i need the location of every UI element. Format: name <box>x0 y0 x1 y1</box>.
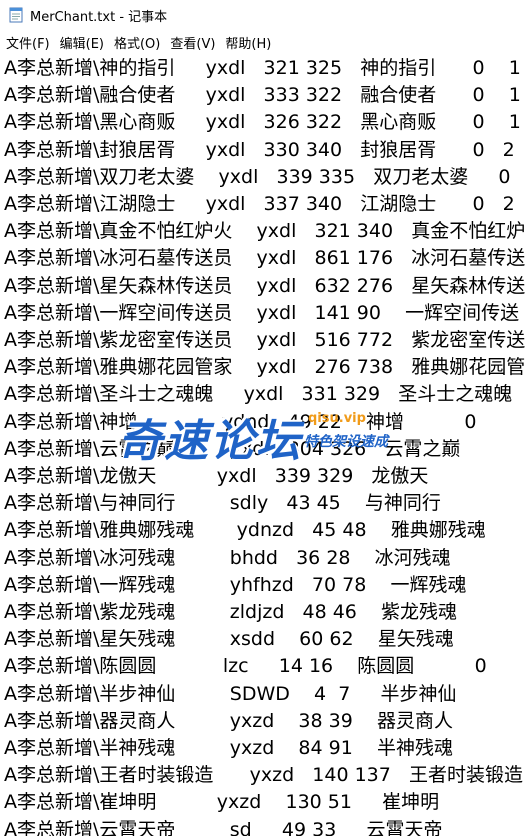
menu-edit[interactable]: 编辑(E) <box>54 33 108 52</box>
text-line: A李总新增\雅典娜残魂 ydnzd 45 48 雅典娜残魂 <box>4 519 486 542</box>
window-title: MerChant.txt - 记事本 <box>30 9 168 25</box>
text-line: A李总新增\一辉空间传送员 yxdl 141 90 一辉空间传送 <box>4 301 520 324</box>
text-line: A李总新增\紫龙残魂 zldjzd 48 46 紫龙残魂 <box>4 601 458 623</box>
text-line: A李总新增\一辉残魂 yhfhzd 70 78 一辉残魂 <box>4 573 467 596</box>
text-line: A李总新增\云霄天帝 sd 49 33 云霄天帝 <box>4 818 443 836</box>
text-line: A李总新增\封狼居胥 yxdl 330 340 封狼居胥 0 2 <box>4 138 515 161</box>
text-line: A李总新增\与神同行 sdly 43 45 与神同行 <box>4 492 441 515</box>
text-line: A李总新增\黑心商贩 yxdl 326 322 黑心商贩 0 1 <box>4 111 521 134</box>
text-line: A李总新增\龙傲天 yxdl 339 329 龙傲天 <box>4 465 429 487</box>
text-line: A李总新增\双刀老太婆 yxdl 339 335 双刀老太婆 0 <box>4 165 511 188</box>
text-line: A李总新增\紫龙密室传送员 yxdl 516 772 紫龙密室传送 <box>4 329 526 351</box>
menu-help[interactable]: 帮助(H) <box>219 33 275 52</box>
text-line: A李总新增\真金不怕红炉火 yxdl 321 340 真金不怕红炉 <box>4 220 526 243</box>
text-line: A李总新增\冰河石墓传送员 yxdl 861 176 冰河石墓传送 <box>4 247 526 270</box>
text-line: A李总新增\圣斗士之魂魄 yxdl 331 329 圣斗士之魂魄 <box>4 383 513 406</box>
text-line: A李总新增\神的指引 yxdl 321 325 神的指引 0 1 <box>4 57 521 79</box>
text-line: A李总新增\半步神仙 SDWD 4 7 半步神仙 <box>4 682 457 705</box>
text-line: A李总新增\江湖隐士 yxdl 337 340 江湖隐士 0 2 <box>4 193 515 215</box>
text-line: A李总新增\陈圆圆 lzc 14 16 陈圆圆 0 <box>4 655 487 678</box>
text-line: A李总新增\融合使者 yxdl 333 322 融合使者 0 1 <box>4 84 521 107</box>
menu-format[interactable]: 格式(O) <box>108 33 164 52</box>
menu-bar: 文件(F) 编辑(E) 格式(O) 查看(V) 帮助(H) <box>0 30 530 54</box>
text-line: A李总新增\半神残魂 yxzd 84 91 半神残魂 <box>4 737 453 759</box>
text-line: A李总新增\星矢残魂 xsdd 60 62 星矢残魂 <box>4 628 454 651</box>
text-line: A李总新增\神增 ydnd 49 22 神增 0 <box>4 410 477 433</box>
text-line: A李总新增\云霄之巅 yxdl 304 326 云霄之巅 <box>4 437 461 460</box>
text-line: A李总新增\王者时装锻造 yxzd 140 137 王者时装锻造 <box>4 764 523 787</box>
text-line: A李总新增\雅典娜花园管家 yxdl 276 738 雅典娜花园管 <box>4 356 526 379</box>
text-line: A李总新增\崔坤明 yxzd 130 51 崔坤明 <box>4 791 440 814</box>
menu-file[interactable]: 文件(F) <box>0 33 54 52</box>
text-editor-area[interactable]: A李总新增\神的指引 yxdl 321 325 神的指引 0 1 A李总新增\融合… <box>0 55 530 836</box>
text-line: A李总新增\冰河残魂 bhdd 36 28 冰河残魂 <box>4 546 451 569</box>
title-bar: MerChant.txt - 记事本 <box>0 0 530 30</box>
notepad-icon <box>8 7 24 23</box>
text-line: A李总新增\器灵商人 yxzd 38 39 器灵商人 <box>4 709 453 732</box>
text-line: A李总新增\星矢森林传送员 yxdl 632 276 星矢森林传送 <box>4 274 526 297</box>
menu-view[interactable]: 查看(V) <box>164 33 219 52</box>
